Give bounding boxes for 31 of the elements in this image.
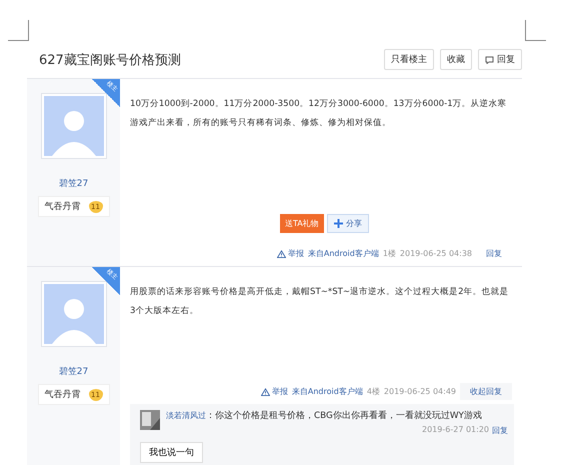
comment-button[interactable]: 我也说一句 xyxy=(140,442,203,463)
warning-icon xyxy=(276,250,286,258)
crop-mark xyxy=(8,20,29,41)
reply-button[interactable]: 回复 xyxy=(478,49,522,70)
source-text: 来自Android客户端 xyxy=(292,386,363,397)
reply-link[interactable]: 回复 xyxy=(476,245,512,262)
post-time: 2019-06-25 04:38 xyxy=(400,249,472,258)
comment-reply-link[interactable]: 回复 xyxy=(492,425,508,436)
reply-link[interactable]: 收起回复 xyxy=(460,383,512,400)
report-link[interactable]: 举报 xyxy=(276,248,304,259)
action-button[interactable]: 收藏 xyxy=(440,49,472,70)
rank-title: 气吞丹霄 xyxy=(44,200,80,213)
source-text: 来自Android客户端 xyxy=(308,248,379,259)
plus-icon xyxy=(334,219,343,228)
floor-number: 1楼 xyxy=(382,248,396,259)
report-link[interactable]: 举报 xyxy=(260,386,288,397)
comment-time: 2019-6-27 01:20 xyxy=(422,425,489,436)
comment-text: 淡若清风过：你这个价格是租号价格，CBG你出你再看看，一看就没玩过WY游戏 xyxy=(166,410,483,422)
action-button[interactable]: 只看楼主 xyxy=(384,49,434,70)
floor-number: 4楼 xyxy=(366,386,380,397)
comment-icon xyxy=(485,56,494,64)
share-button[interactable]: 分享 xyxy=(326,214,369,233)
crop-mark xyxy=(525,20,546,41)
post-text: 用股票的话来形容账号价格是高开低走，戴帽ST~*ST~退市逆水。这个过程大概是2年。也就是3个大版本左右。 xyxy=(130,286,510,318)
post-time: 2019-06-25 04:49 xyxy=(384,387,456,396)
author-name[interactable]: 碧笠27 xyxy=(58,177,88,190)
rank-title: 气吞丹霄 xyxy=(44,388,80,401)
thread-title: 627藏宝阁账号价格预测 xyxy=(39,52,181,68)
warning-icon xyxy=(260,388,270,396)
author-name[interactable]: 碧笠27 xyxy=(58,365,88,378)
post-text: 10万分1000到-2000。11万分2000-3500。12万分3000-6000。13万分6000-1万。从逆水寒游戏产出来看，所有的账号只有稀有词条、修炼、修为相对保值。 xyxy=(130,98,508,130)
